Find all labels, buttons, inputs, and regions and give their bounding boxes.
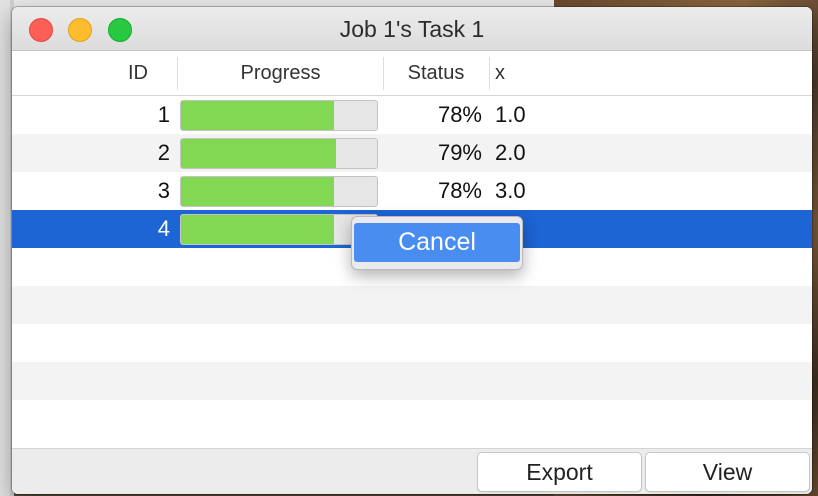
x-value-cell: 2.0 [495,140,526,165]
window-title: Job 1's Task 1 [339,16,485,42]
table-row [12,362,812,400]
task-id-cell: 4 [157,216,170,241]
table-header: ID Progress Status x [12,51,812,96]
status-cell: 79% [437,140,482,165]
table-row[interactable]: 3 78% 3.0 [12,172,812,210]
task-id-cell: 3 [157,178,170,203]
column-header-status[interactable]: Status [384,51,488,96]
column-separator[interactable] [489,57,490,90]
column-header-x[interactable]: x [495,51,555,96]
progress-bar-fill [181,139,336,168]
x-value-cell: 3.0 [495,178,526,203]
task-id-cell: 1 [157,102,170,127]
column-header-progress[interactable]: Progress [178,51,383,96]
task-id-cell: 2 [157,140,170,165]
task-table-body[interactable]: 178%1.0279%2.0378%3.040 [12,96,812,448]
table-row[interactable]: 1 78% 1.0 [12,96,812,134]
status-cell: 78% [437,102,482,127]
export-button[interactable]: Export [477,452,642,492]
table-row[interactable]: 2 79% 2.0 [12,134,812,172]
cancel-menu-item[interactable]: Cancel [354,223,520,262]
x-value-cell: 1.0 [495,102,526,127]
view-button[interactable]: View [645,452,810,492]
progress-bar-fill [181,101,334,130]
table-row [12,286,812,324]
context-menu: Cancel [351,216,523,270]
table-row [12,324,812,362]
table-row [12,400,812,438]
title-bar[interactable]: Job 1's Task 1 [12,7,812,51]
status-cell: 78% [437,178,482,203]
column-header-id[interactable]: ID [128,51,174,96]
progress-bar [180,138,378,169]
progress-bar-fill [181,215,334,244]
progress-bar [180,214,378,245]
progress-bar [180,100,378,131]
footer-bar: Export View [12,448,812,494]
progress-bar [180,176,378,207]
progress-bar-fill [181,177,334,206]
